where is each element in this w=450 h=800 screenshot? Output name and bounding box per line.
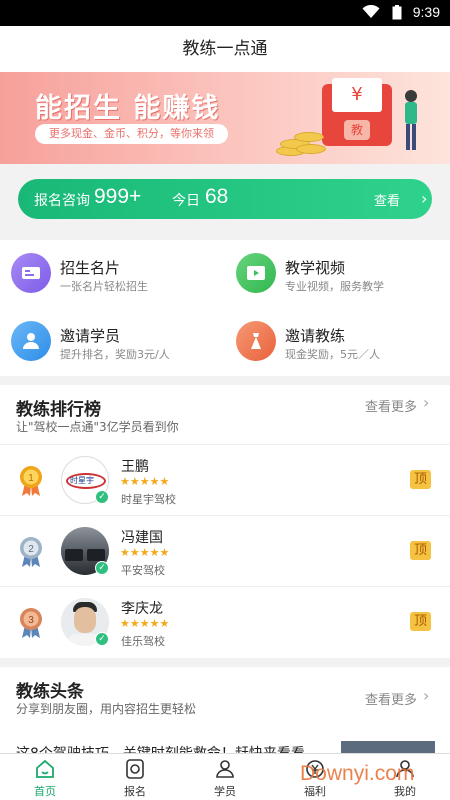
- consult-label: 报名咨询: [34, 193, 90, 209]
- invite-student-icon: [11, 321, 51, 361]
- signup-icon: [126, 759, 144, 779]
- feature-subtitle: 专业视频，服务教学: [285, 280, 384, 293]
- top-badge[interactable]: 顶: [410, 612, 431, 631]
- coach-school: 佳乐驾校: [121, 635, 165, 648]
- battery-icon: [392, 5, 402, 20]
- rating-stars: ★★★★★: [120, 475, 170, 488]
- person-illustration: [405, 90, 417, 150]
- coach-ranking-section: 教练排行榜 让"驾校一点通"3亿学员看到你 查看更多 › 1 时星宇 ✓ 王鹏 …: [0, 385, 450, 658]
- verified-icon: ✓: [95, 490, 109, 504]
- news-subtitle: 分享到朋友圈，用内容招生更轻松: [16, 702, 197, 716]
- feature-subtitle: 现金奖励，5元／人: [285, 348, 380, 361]
- top-badge[interactable]: 顶: [410, 470, 431, 489]
- feature-title: 教学视频: [285, 259, 346, 277]
- avatar-logo-text: 时星宇: [70, 476, 94, 485]
- wifi-icon: [362, 5, 380, 18]
- verified-icon: ✓: [95, 632, 109, 646]
- rating-stars: ★★★★★: [120, 617, 170, 630]
- envelope-card: ¥: [332, 78, 382, 112]
- tab-students[interactable]: 学员: [180, 754, 270, 800]
- today-count: 68: [205, 185, 229, 208]
- tab-home[interactable]: 首页: [0, 754, 90, 800]
- ranking-subtitle: 让"驾校一点通"3亿学员看到你: [16, 420, 179, 434]
- banner-tagline: 更多现金、金币、积分，等你来领: [35, 124, 228, 144]
- news-title: 教练头条: [16, 682, 84, 702]
- verified-icon: ✓: [95, 561, 109, 575]
- coach-row[interactable]: 2 ✓ 冯建国 ★★★★★ 平安驾校 顶: [0, 515, 450, 586]
- chevron-right-icon: ›: [423, 686, 430, 705]
- silver-medal-icon: 2: [20, 537, 42, 567]
- feature-title: 邀请学员: [60, 327, 121, 345]
- chevron-right-icon: ›: [421, 189, 428, 208]
- svg-text:3: 3: [28, 615, 34, 626]
- card-icon: [11, 253, 51, 293]
- coach-news-section: 教练头条 分享到朋友圈，用内容招生更轻松 查看更多 › 这8个驾驶技巧，关键时刻…: [0, 667, 450, 762]
- coach-row[interactable]: 3 ✓ 李庆龙 ★★★★★ 佳乐驾校 顶: [0, 586, 450, 657]
- students-icon: [216, 760, 234, 778]
- consult-view-button[interactable]: 查看: [374, 190, 400, 209]
- tab-signup[interactable]: 报名: [90, 754, 180, 800]
- clock: 9:39: [412, 4, 440, 20]
- video-icon: [236, 253, 276, 293]
- banner-headline: 能招生 能赚钱: [35, 93, 221, 124]
- avatar: ✓: [61, 598, 109, 646]
- avatar: 时星宇 ✓: [61, 456, 109, 504]
- tab-label: 首页: [34, 785, 56, 798]
- coach-school: 平安驾校: [121, 564, 165, 577]
- ranking-title: 教练排行榜: [16, 400, 101, 420]
- consult-bar[interactable]: 报名咨询 999+ 今日 68 查看 ›: [18, 179, 432, 219]
- coach-name: 李庆龙: [121, 601, 163, 617]
- feature-recruit-card[interactable]: 招生名片 一张名片轻松招生: [0, 240, 225, 308]
- tab-label: 报名: [124, 785, 146, 798]
- rating-stars: ★★★★★: [120, 546, 170, 559]
- feature-invite-student[interactable]: 邀请学员 提升排名，奖励3元/人: [0, 308, 225, 376]
- invite-coach-icon: [236, 321, 276, 361]
- watermark: Downyi.com: [300, 762, 415, 785]
- coach-school: 时星宇驾校: [121, 493, 176, 506]
- coach-name: 冯建国: [121, 530, 163, 546]
- red-envelope-icon: ¥ 教: [322, 78, 392, 146]
- page-title: 教练一点通: [0, 26, 450, 72]
- chevron-right-icon: ›: [423, 393, 430, 412]
- coach-name: 王鹏: [121, 459, 149, 475]
- feature-title: 邀请教练: [285, 327, 346, 345]
- home-icon: [36, 759, 54, 778]
- svg-text:2: 2: [28, 544, 34, 555]
- feature-grid: 招生名片 一张名片轻松招生 教学视频 专业视频，服务教学 邀请学员 提升排名，奖…: [0, 240, 450, 376]
- tab-label: 学员: [214, 785, 236, 798]
- svg-text:1: 1: [28, 473, 34, 484]
- today-label: 今日: [172, 193, 200, 209]
- consult-count: 999+: [94, 185, 142, 208]
- status-bar: 9:39: [0, 0, 450, 26]
- feature-subtitle: 提升排名，奖励3元/人: [60, 348, 170, 361]
- feature-title: 招生名片: [60, 259, 121, 277]
- feature-subtitle: 一张名片轻松招生: [60, 280, 148, 293]
- gold-medal-icon: 1: [20, 466, 42, 496]
- coach-row[interactable]: 1 时星宇 ✓ 王鹏 ★★★★★ 时星宇驾校 顶: [0, 444, 450, 515]
- top-badge[interactable]: 顶: [410, 541, 431, 560]
- ranking-more-link[interactable]: 查看更多: [365, 396, 417, 415]
- promo-banner[interactable]: 能招生 能赚钱 更多现金、金币、积分，等你来领 ¥ 教: [0, 72, 450, 164]
- feature-invite-coach[interactable]: 邀请教练 现金奖励，5元／人: [225, 308, 450, 376]
- feature-teaching-video[interactable]: 教学视频 专业视频，服务教学: [225, 240, 450, 308]
- avatar: ✓: [61, 527, 109, 575]
- coins-icon: [276, 124, 326, 158]
- news-more-link[interactable]: 查看更多: [365, 689, 417, 708]
- bronze-medal-icon: 3: [20, 608, 42, 638]
- envelope-seal: 教: [344, 120, 370, 140]
